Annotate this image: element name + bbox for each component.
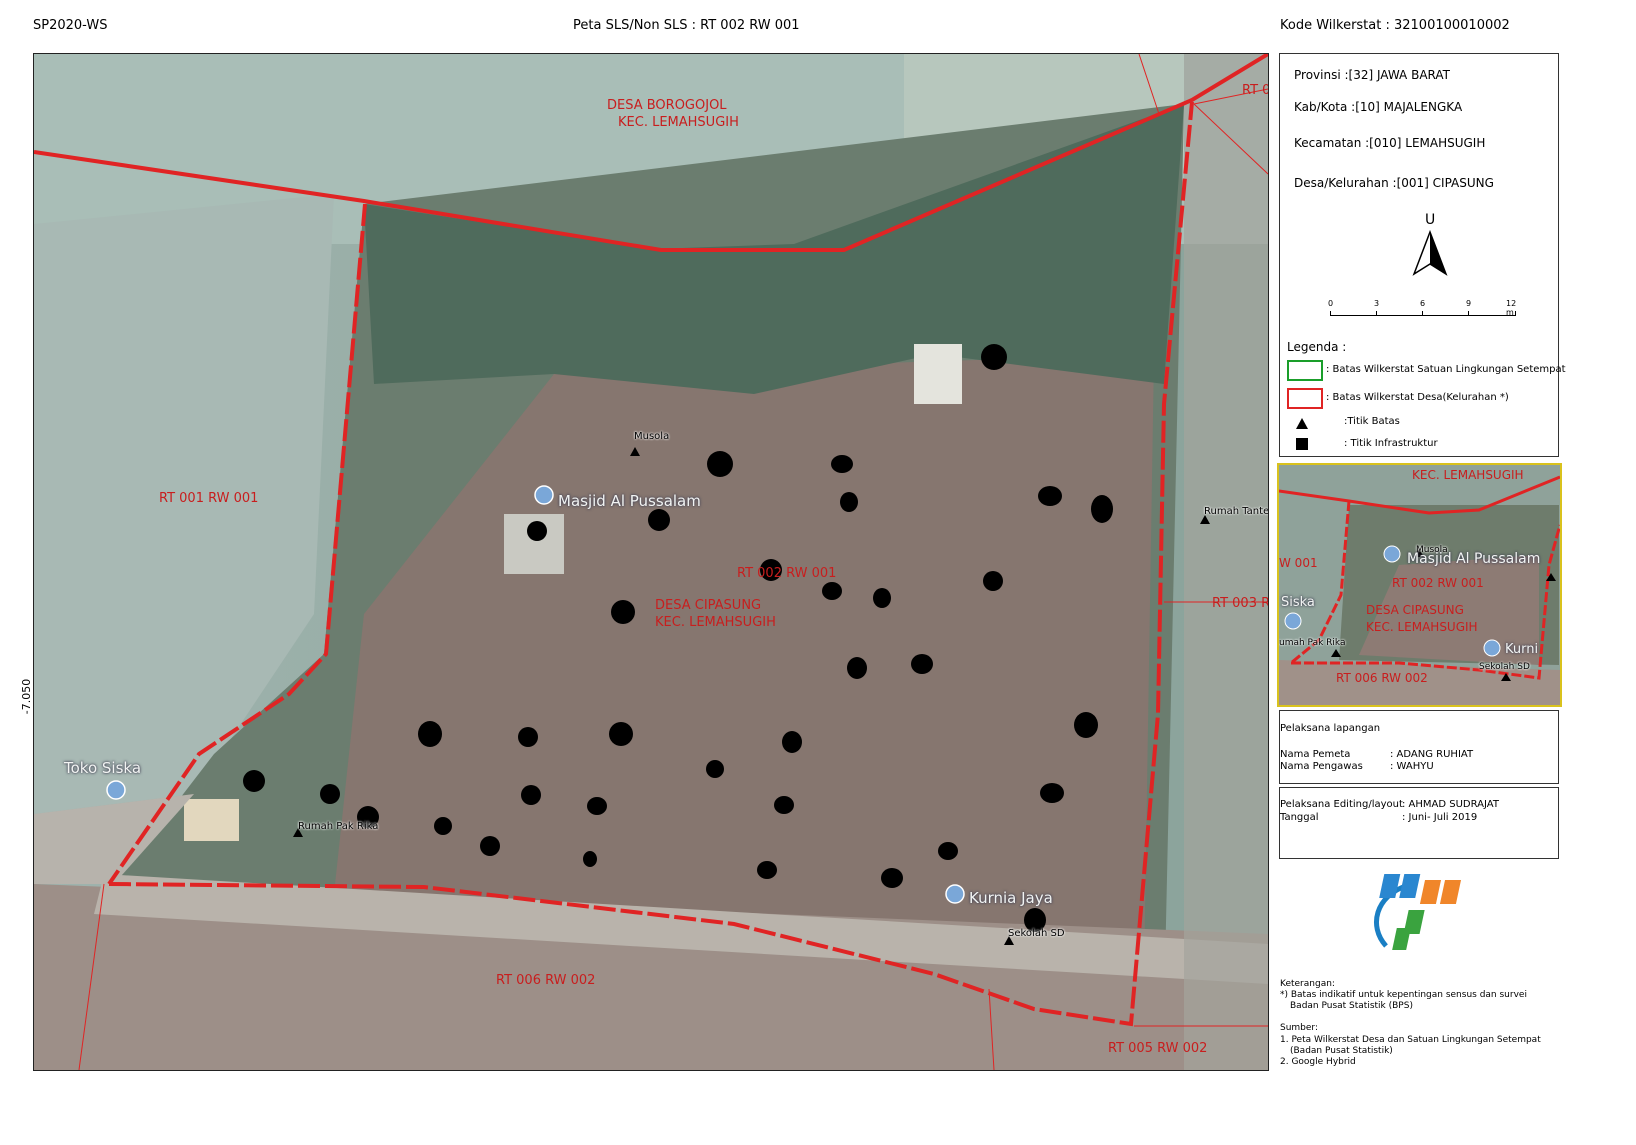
map-title: Peta SLS/Non SLS : RT 002 RW 001 <box>573 18 800 33</box>
tanggal-value: : Juni- Juli 2019 <box>1402 812 1478 823</box>
label-rt001: RT 001 RW 001 <box>159 491 259 506</box>
label-rt006: RT 006 RW 002 <box>496 973 596 988</box>
bps-logo-icon <box>1374 874 1462 950</box>
scale-tick-9: 9 <box>1466 299 1472 308</box>
inset-kurnia: Kurni <box>1505 642 1539 657</box>
inset-kec-center: KEC. LEMAHSUGIH <box>1366 620 1478 634</box>
google-toko-siska: Toko Siska <box>64 759 142 777</box>
pemeta-label: Nama Pemeta <box>1280 749 1351 760</box>
label-kec-center: KEC. LEMAHSUGIH <box>655 615 776 630</box>
legend-desa-swatch <box>1287 388 1323 409</box>
scale-tick-3: 3 <box>1374 299 1380 308</box>
editing-value: : AHMAD SUDRAJAT <box>1402 799 1499 810</box>
label-rt0-ne: RT 0 <box>1242 83 1269 98</box>
google-masjid: Masjid Al Pussalam <box>558 492 701 510</box>
kecamatan-label: Kecamatan :[010] LEMAHSUGIH <box>1294 136 1486 150</box>
white-roof <box>914 344 962 404</box>
pelaksana-panel: Pelaksana lapangan Nama Pemeta : ADANG R… <box>1279 710 1559 784</box>
inset-map[interactable]: KEC. LEMAHSUGIH W 001 Musola Masjid Al P… <box>1277 463 1562 707</box>
inset-siska: Siska <box>1281 595 1315 610</box>
editing-label: Pelaksana Editing/layout <box>1280 799 1403 810</box>
keterangan-line-1: *) Batas indikatif untuk kepentingan sen… <box>1280 990 1527 1000</box>
google-kurnia-jaya: Kurnia Jaya <box>969 889 1053 907</box>
legend-titik-batas: :Titik Batas <box>1344 416 1400 427</box>
label-rt003: RT 003 R <box>1212 596 1269 611</box>
scale-tick-0: 0 <box>1328 299 1334 308</box>
sumber-line-2: 2. Google Hybrid <box>1280 1057 1356 1067</box>
inset-sekolah: Sekolah SD <box>1479 662 1530 672</box>
label-desa-cipasung: DESA CIPASUNG <box>655 598 762 613</box>
map-canvas <box>34 54 1268 1070</box>
poi-rumah-tante: Rumah Tante <box>1204 506 1269 517</box>
inset-kec-north: KEC. LEMAHSUGIH <box>1412 468 1524 482</box>
building-west <box>184 799 239 841</box>
north-letter: U <box>1425 212 1436 228</box>
inset-rt006: RT 006 RW 002 <box>1336 671 1428 685</box>
desa-label: Desa/Kelurahan :[001] CIPASUNG <box>1294 176 1494 190</box>
legend-sls-swatch <box>1287 360 1323 381</box>
inset-desa: DESA CIPASUNG <box>1366 603 1464 617</box>
inset-masjid: Masjid Al Pussalam <box>1407 551 1541 567</box>
tanggal-label: Tanggal <box>1280 812 1319 823</box>
legend-title: Legenda : <box>1287 340 1347 354</box>
scale-tick-12: 12 m <box>1506 299 1517 317</box>
info-panel: Provinsi :[32] JAWA BARAT Kab/Kota :[10]… <box>1279 53 1566 457</box>
poi-rumah-pak-rika: Rumah Pak Rika <box>298 821 379 832</box>
scale-tick-6: 6 <box>1420 299 1426 308</box>
sumber-line-1: 1. Peta Wilkerstat Desa dan Satuan Lingk… <box>1280 1035 1541 1045</box>
label-kec-north: KEC. LEMAHSUGIH <box>618 115 739 130</box>
north-arrow-icon <box>1412 230 1448 276</box>
triangle-icon <box>1296 418 1308 429</box>
keterangan-line-2: Badan Pusat Statistik (BPS) <box>1290 1001 1413 1011</box>
label-desa-borogojol: DESA BOROGOJOL <box>607 98 727 113</box>
provinsi-label: Provinsi :[32] JAWA BARAT <box>1294 68 1450 82</box>
editing-panel: Pelaksana Editing/layout : AHMAD SUDRAJA… <box>1279 787 1559 859</box>
keterangan-title: Keterangan: <box>1280 979 1335 989</box>
kabkota-label: Kab/Kota :[10] MAJALENGKA <box>1294 100 1463 114</box>
square-icon <box>1296 438 1308 450</box>
legend-desa-text: : Batas Wilkerstat Desa(Kelurahan *) <box>1326 392 1509 403</box>
sumber-line-1b: (Badan Pusat Statistik) <box>1290 1046 1393 1056</box>
poi-sekolah-sd: Sekolah SD <box>1008 928 1065 939</box>
pengawas-value: : WAHYU <box>1390 761 1434 772</box>
poi-musola: Musola <box>634 431 670 442</box>
label-rt002: RT 002 RW 001 <box>737 566 837 581</box>
header-left: SP2020-WS <box>33 18 108 33</box>
legend-titik-infrastruktur: : Titik Infrastruktur <box>1344 438 1438 449</box>
pemeta-value: : ADANG RUHIAT <box>1390 749 1474 760</box>
main-map[interactable]: DESA BOROGOJOL KEC. LEMAHSUGIH RT 0 RT 0… <box>33 53 1269 1071</box>
latitude-label: -7.050 <box>20 678 34 715</box>
inset-rumah-pak-rika: umah Pak Rika <box>1279 638 1346 648</box>
inset-w001: W 001 <box>1279 556 1318 570</box>
wilkerstat-code: Kode Wilkerstat : 32100100010002 <box>1280 18 1510 33</box>
label-rt005: RT 005 RW 002 <box>1108 1041 1208 1056</box>
scale-bar: 0 3 6 9 12 m <box>1326 299 1517 322</box>
legend-sls-text: : Batas Wilkerstat Satuan Lingkungan Set… <box>1326 364 1566 375</box>
inset-rt002: RT 002 RW 001 <box>1392 576 1484 590</box>
pelaksana-title: Pelaksana lapangan <box>1280 723 1381 734</box>
eastern-strip <box>1184 54 1268 1070</box>
pengawas-label: Nama Pengawas <box>1280 761 1363 772</box>
sumber-title: Sumber: <box>1280 1023 1319 1033</box>
